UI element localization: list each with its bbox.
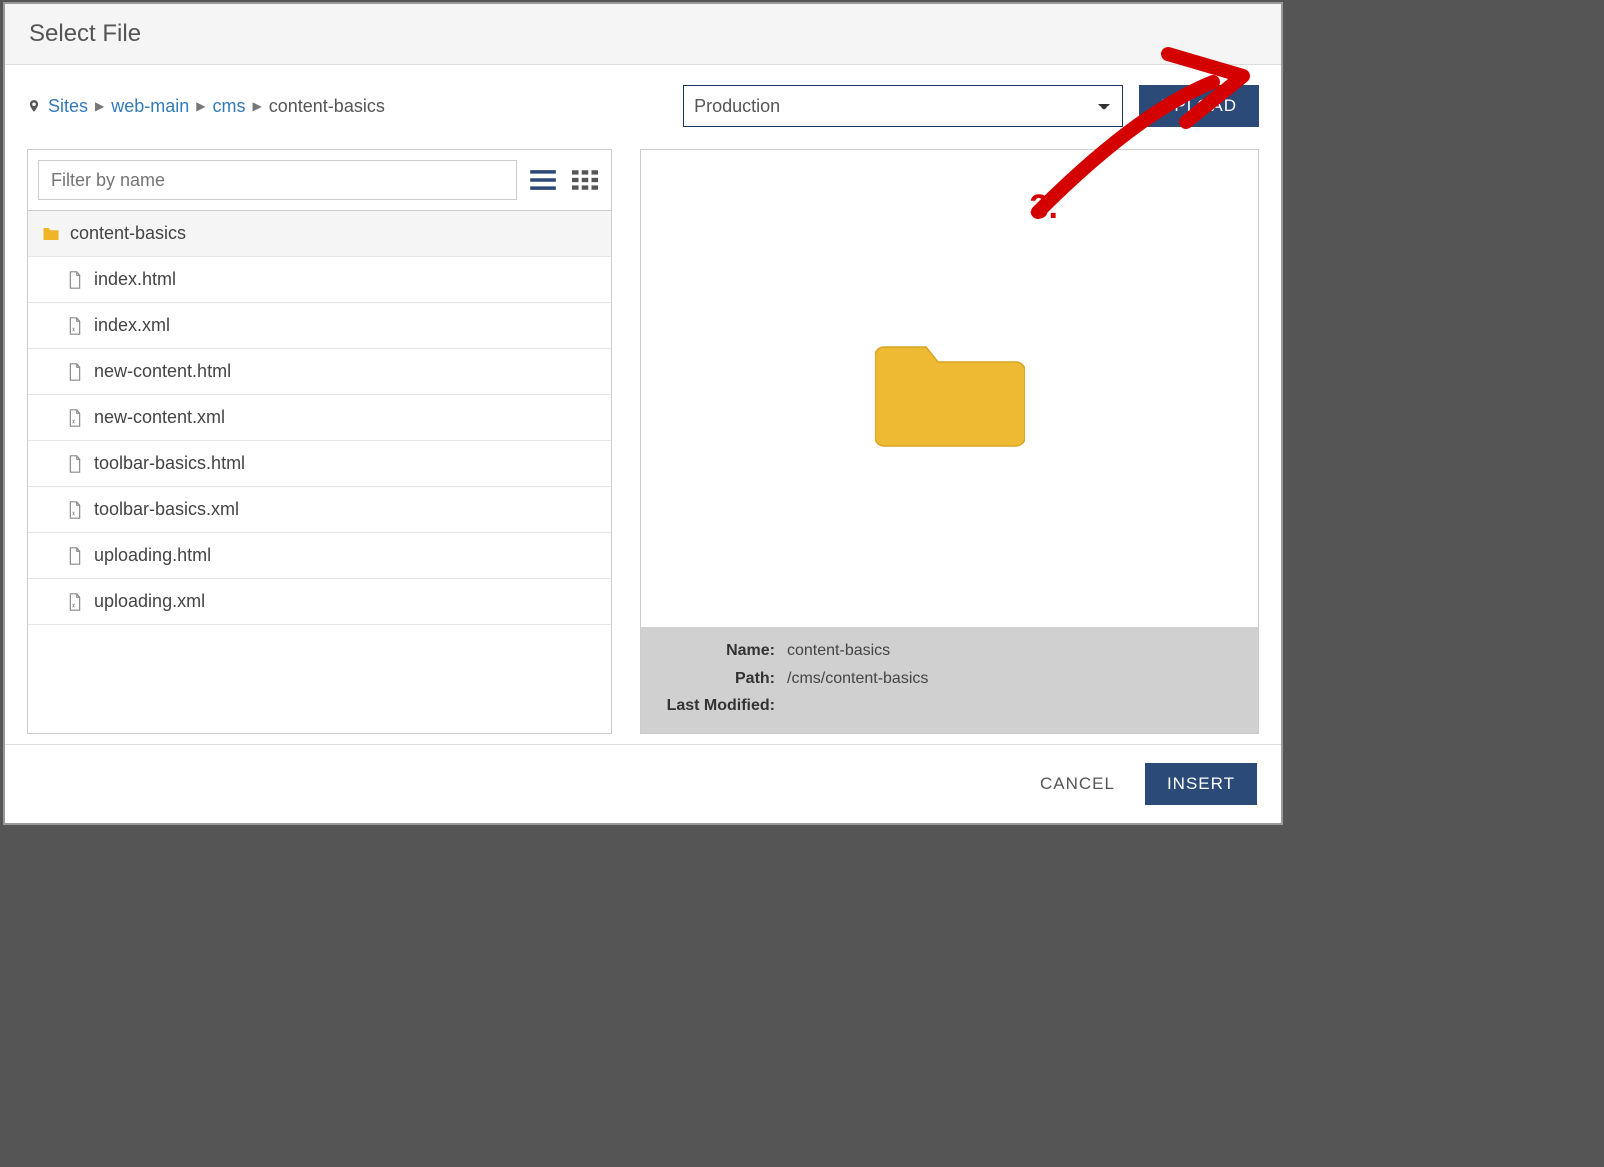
breadcrumb-web-main[interactable]: web-main bbox=[111, 96, 189, 117]
dialog-footer: CANCEL INSERT bbox=[5, 744, 1281, 823]
filter-bar bbox=[28, 150, 611, 211]
list-item[interactable]: index.xml bbox=[28, 303, 611, 349]
list-item[interactable]: new-content.xml bbox=[28, 395, 611, 441]
file-list: content-basics index.html index.xml bbox=[28, 211, 611, 659]
chevron-right-icon: ▶ bbox=[95, 99, 104, 113]
list-item[interactable]: uploading.html bbox=[28, 533, 611, 579]
filter-input[interactable] bbox=[38, 160, 517, 200]
list-item[interactable]: toolbar-basics.xml bbox=[28, 487, 611, 533]
empty-row bbox=[28, 625, 611, 659]
file-icon bbox=[66, 546, 84, 566]
upload-button[interactable]: UPLOAD bbox=[1139, 85, 1259, 127]
list-item[interactable]: index.html bbox=[28, 257, 611, 303]
meta-modified-label: Last Modified: bbox=[655, 692, 775, 719]
meta-modified-value bbox=[787, 692, 1244, 719]
file-icon bbox=[66, 454, 84, 474]
file-name: toolbar-basics.html bbox=[94, 453, 245, 474]
select-file-dialog: Select File Sites ▶ web-main ▶ cms ▶ con… bbox=[3, 2, 1283, 825]
file-xml-icon bbox=[66, 592, 84, 612]
breadcrumb-cms[interactable]: cms bbox=[213, 96, 246, 117]
file-name: uploading.html bbox=[94, 545, 211, 566]
dialog-title: Select File bbox=[5, 4, 1281, 65]
view-toggle bbox=[527, 164, 601, 196]
chevron-right-icon: ▶ bbox=[196, 99, 205, 113]
list-view-icon[interactable] bbox=[527, 164, 559, 196]
cancel-button[interactable]: CANCEL bbox=[1018, 763, 1137, 805]
file-name: index.html bbox=[94, 269, 176, 290]
meta-path-value: /cms/content-basics bbox=[787, 665, 1244, 692]
environment-select[interactable]: Production bbox=[683, 85, 1123, 127]
file-name: new-content.html bbox=[94, 361, 231, 382]
folder-icon bbox=[42, 224, 60, 244]
preview-panel: 3. Name: content-basics Path: /cms/conte… bbox=[640, 149, 1259, 734]
breadcrumb-sites[interactable]: Sites bbox=[48, 96, 88, 117]
insert-button[interactable]: INSERT bbox=[1145, 763, 1257, 805]
chevron-right-icon: ▶ bbox=[253, 99, 262, 113]
file-xml-icon bbox=[66, 500, 84, 520]
file-icon bbox=[66, 362, 84, 382]
folder-name: content-basics bbox=[70, 223, 186, 244]
folder-row[interactable]: content-basics bbox=[28, 211, 611, 257]
breadcrumb-current: content-basics bbox=[269, 96, 385, 117]
meta-name-value: content-basics bbox=[787, 637, 1244, 664]
file-browser-panel: content-basics index.html index.xml bbox=[27, 149, 612, 734]
annotation-label: 3. bbox=[1030, 188, 1058, 227]
annotation-arrow bbox=[1008, 42, 1268, 242]
file-icon bbox=[66, 270, 84, 290]
top-row: Sites ▶ web-main ▶ cms ▶ content-basics … bbox=[27, 85, 1259, 127]
file-xml-icon bbox=[66, 408, 84, 428]
list-item[interactable]: toolbar-basics.html bbox=[28, 441, 611, 487]
file-xml-icon bbox=[66, 316, 84, 336]
preview-meta: Name: content-basics Path: /cms/content-… bbox=[641, 627, 1258, 733]
file-name: uploading.xml bbox=[94, 591, 205, 612]
file-name: toolbar-basics.xml bbox=[94, 499, 239, 520]
file-name: new-content.xml bbox=[94, 407, 225, 428]
dialog-body: Sites ▶ web-main ▶ cms ▶ content-basics … bbox=[5, 65, 1281, 744]
meta-path-label: Path: bbox=[655, 665, 775, 692]
pin-icon bbox=[27, 97, 41, 115]
list-item[interactable]: uploading.xml bbox=[28, 579, 611, 625]
folder-large-icon bbox=[875, 329, 1025, 449]
breadcrumb: Sites ▶ web-main ▶ cms ▶ content-basics bbox=[27, 96, 667, 117]
preview-canvas: 3. bbox=[641, 150, 1258, 627]
panels: content-basics index.html index.xml bbox=[27, 149, 1259, 734]
meta-name-label: Name: bbox=[655, 637, 775, 664]
grid-view-icon[interactable] bbox=[569, 164, 601, 196]
list-item[interactable]: new-content.html bbox=[28, 349, 611, 395]
file-name: index.xml bbox=[94, 315, 170, 336]
